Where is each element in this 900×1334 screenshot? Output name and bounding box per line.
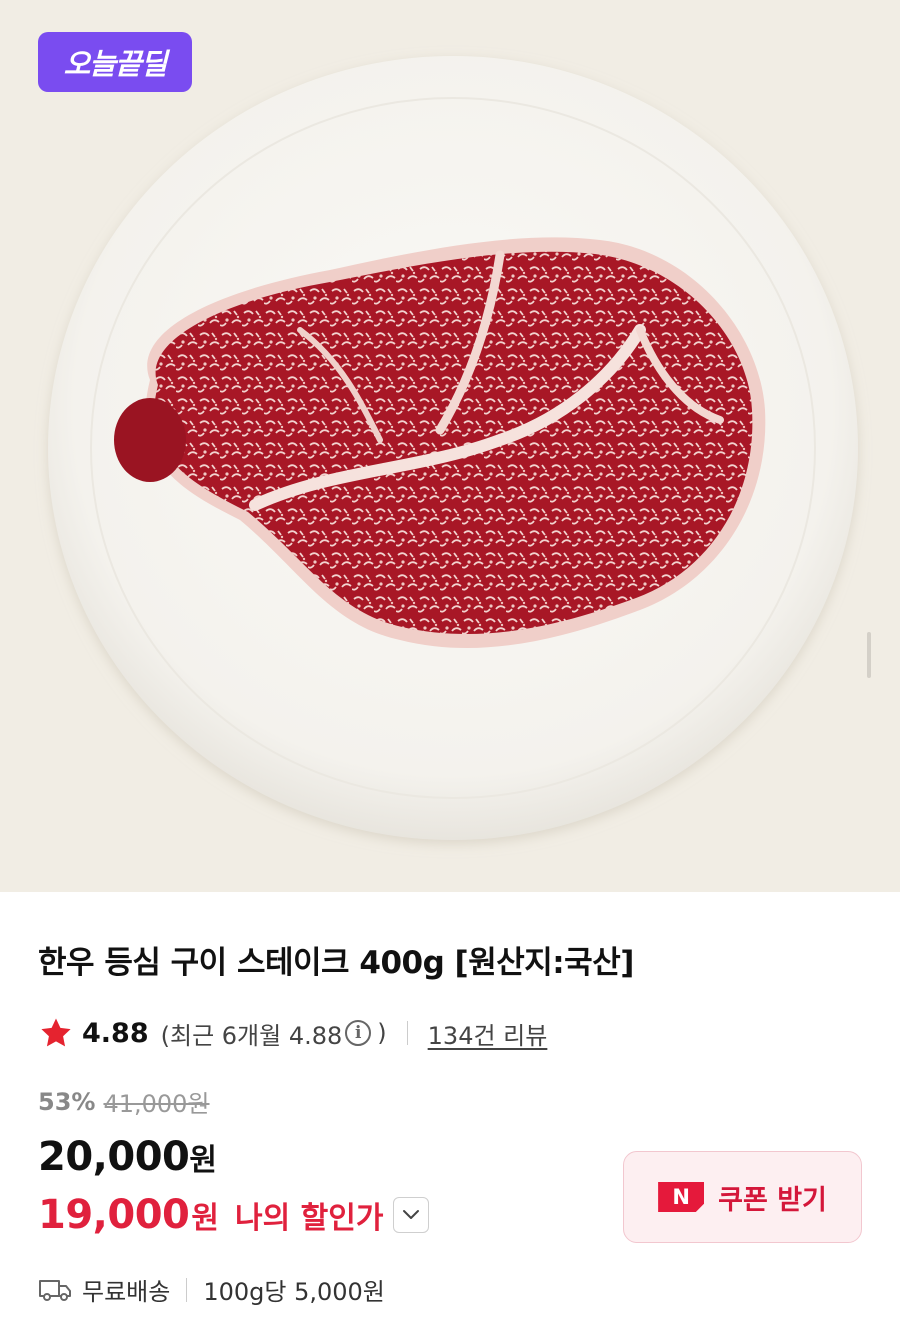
my-discount-price: 19,000 [38, 1192, 190, 1238]
original-price: 41,000원 [103, 1090, 210, 1118]
review-count-link[interactable]: 134건 리뷰 [428, 1016, 548, 1051]
product-image[interactable]: 오늘끝딜 [0, 0, 900, 892]
today-deal-badge: 오늘끝딜 [38, 32, 192, 92]
get-coupon-button[interactable]: N 쿠폰 받기 [623, 1151, 862, 1243]
delivery-row: 무료배송 100g당 5,000원 [38, 1272, 385, 1307]
discount-rate: 53% [38, 1087, 96, 1116]
my-discount-dropdown-button[interactable] [393, 1197, 430, 1233]
steak-on-plate-illustration [48, 56, 858, 840]
sale-price: 20,000원 [38, 1134, 217, 1180]
product-title: 한우 등심 구이 스테이크 400g [원산지:국산] [38, 945, 634, 981]
image-scroll-indicator [867, 632, 871, 678]
truck-icon [39, 1279, 71, 1301]
my-discount-price-unit: 원 [191, 1201, 219, 1236]
delivery-label: 무료배송 [82, 1278, 171, 1306]
discount-row: 53% 41,000원 [38, 1084, 210, 1119]
star-icon [41, 1018, 71, 1047]
recent-rating: (최근 6개월 4.88 i ) [161, 1016, 387, 1051]
naver-icon: N [658, 1182, 705, 1212]
sale-price-unit: 원 [189, 1143, 217, 1178]
recent-rating-close: ) [377, 1019, 387, 1047]
unit-price: 100g당 5,000원 [203, 1278, 385, 1306]
my-discount-price-label: 나의 할인가 [234, 1201, 384, 1236]
recent-rating-text: (최근 6개월 4.88 [160, 1021, 343, 1050]
rating-row: 4.88 (최근 6개월 4.88 i ) 134건 리뷰 [38, 1014, 547, 1052]
my-discount-price-row: 19,000 원 나의 할인가 [38, 1192, 430, 1238]
chevron-down-icon [403, 1210, 420, 1219]
divider [406, 1021, 408, 1045]
info-icon[interactable]: i [345, 1020, 372, 1046]
divider [186, 1277, 188, 1302]
coupon-button-label: 쿠폰 받기 [718, 1184, 827, 1216]
sale-price-value: 20,000 [38, 1134, 190, 1180]
rating-value: 4.88 [82, 1017, 149, 1049]
